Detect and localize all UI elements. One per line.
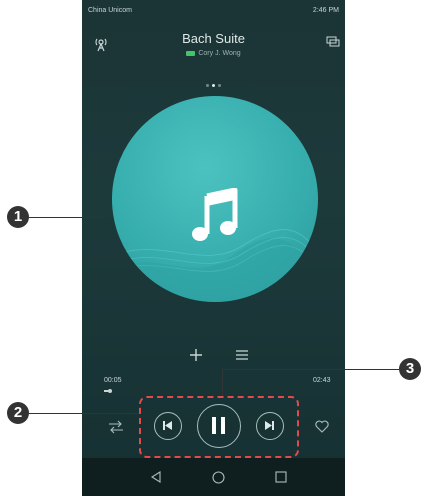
callout-2-line (29, 413, 139, 414)
switch-screen-icon[interactable] (326, 36, 340, 50)
back-icon[interactable] (150, 471, 162, 487)
page-dot-active (212, 84, 215, 87)
page-dot (206, 84, 209, 87)
playlist-icon[interactable] (235, 349, 249, 365)
callout-2: 2 (7, 402, 29, 424)
page-indicator (82, 74, 345, 92)
recent-apps-icon[interactable] (275, 471, 287, 487)
plus-icon[interactable] (189, 348, 203, 366)
navigation-bar (82, 458, 345, 496)
artist-row: Cory J. Wong (82, 50, 345, 57)
artist-name: Cory J. Wong (198, 50, 241, 57)
quality-badge (186, 50, 196, 56)
album-art[interactable] (112, 96, 318, 302)
page-dot (218, 84, 221, 87)
elapsed-time: 00:05 (104, 377, 122, 384)
heart-icon[interactable] (315, 420, 329, 437)
clock-label: 2:46 PM (312, 7, 339, 14)
carrier-label: China Unicom (88, 7, 132, 14)
music-note-icon (187, 187, 243, 249)
callout-3-line (222, 369, 399, 370)
total-time: 02:43 (313, 377, 331, 384)
callout-1-line (29, 217, 105, 218)
song-title: Bach Suite (182, 31, 245, 46)
progress-thumb[interactable] (108, 389, 112, 393)
status-bar: China Unicom 2:46 PM (82, 0, 345, 22)
callout-1: 1 (7, 206, 29, 228)
callout-3: 3 (399, 358, 421, 380)
home-icon[interactable] (212, 471, 225, 488)
controls-highlight (139, 396, 299, 458)
callout-3-connector (222, 369, 223, 396)
play-mode-icon[interactable] (108, 420, 124, 438)
